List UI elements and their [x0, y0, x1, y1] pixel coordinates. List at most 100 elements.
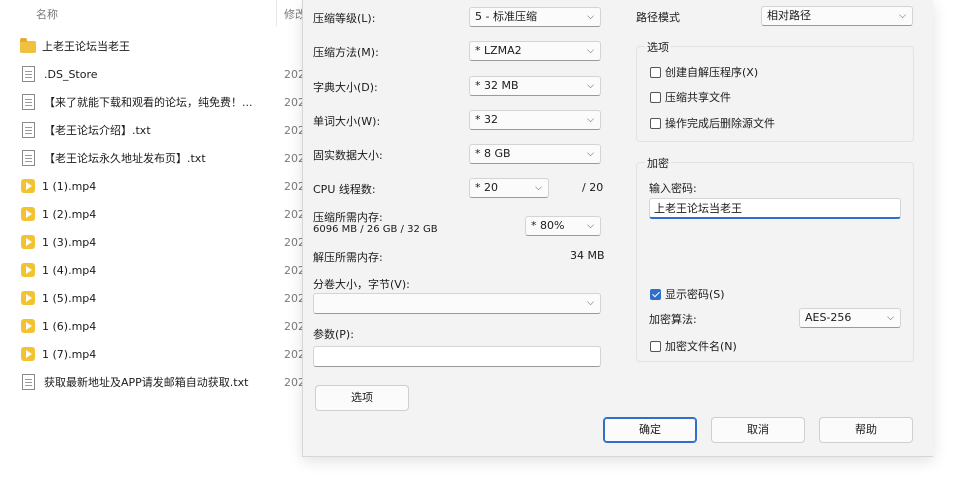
text-file-icon [22, 122, 35, 138]
sort-up-icon: ⌃ [146, 0, 157, 8]
decompress-memory-value: 34 MB [570, 249, 605, 262]
compression-method-label: 压缩方法(M): [313, 46, 379, 59]
password-label: 输入密码: [649, 182, 697, 195]
cpu-threads-max: / 20 [582, 181, 604, 194]
split-volumes-label: 分卷大小，字节(V): [313, 278, 410, 291]
options-button[interactable]: 选项 [315, 385, 409, 411]
file-row[interactable]: 1 (4).mp4 202 [20, 256, 305, 284]
path-mode-select[interactable]: 相对路径 ⌵ [761, 6, 913, 26]
decompress-memory-label: 解压所需内存: [313, 251, 383, 264]
checkbox-box[interactable] [650, 340, 661, 352]
file-row[interactable]: 1 (7).mp4 202 [20, 340, 305, 368]
delete-after-label: 操作完成后删除源文件 [665, 117, 775, 130]
file-row[interactable]: 【老王论坛介绍】.txt 202 [20, 116, 305, 144]
encrypt-names-checkbox[interactable]: 加密文件名(N) [650, 338, 737, 354]
password-input[interactable]: 上老王论坛当老王 [649, 198, 901, 219]
solid-block-size-value: * 8 GB [475, 147, 511, 160]
cancel-button[interactable]: 取消 [711, 417, 805, 443]
compress-shared-checkbox[interactable]: 压缩共享文件 [650, 89, 731, 105]
split-volumes-combo[interactable]: ⌵ [313, 293, 601, 314]
options-group-title: 选项 [645, 39, 671, 55]
file-list: 上老王论坛当老王 .DS_Store 202 【来了就能下载和观看的论坛，纯免费！..… [20, 32, 305, 396]
file-name: 【老王论坛永久地址发布页】.txt [44, 152, 206, 165]
help-button[interactable]: 帮助 [819, 417, 913, 443]
chevron-down-icon: ⌵ [587, 12, 594, 22]
folder-icon [20, 38, 36, 53]
file-row[interactable]: .DS_Store 202 [20, 60, 305, 88]
word-size-label: 单词大小(W): [313, 115, 381, 128]
chevron-down-icon: ⌵ [587, 46, 594, 56]
chevron-down-icon: ⌵ [587, 221, 594, 231]
chevron-down-icon: ⌵ [587, 81, 594, 91]
text-file-icon [22, 66, 35, 82]
column-divider[interactable] [276, 0, 277, 26]
show-password-label: 显示密码(S) [665, 288, 725, 301]
word-size-value: * 32 [475, 113, 498, 126]
file-row[interactable]: 上老王论坛当老王 [20, 32, 280, 60]
compression-method-select[interactable]: * LZMA2 ⌵ [469, 41, 601, 61]
compression-level-label: 压缩等级(L): [313, 12, 376, 25]
create-sfx-label: 创建自解压程序(X) [665, 66, 759, 79]
word-size-select[interactable]: * 32 ⌵ [469, 110, 601, 130]
checkbox-box[interactable] [650, 66, 661, 78]
file-name: 上老王论坛当老王 [42, 40, 130, 53]
file-row[interactable]: 【来了就能下载和观看的论坛，纯免费！... 202 [20, 88, 305, 116]
compress-memory-label: 压缩所需内存: [313, 211, 383, 224]
file-name: 1 (1).mp4 [42, 179, 97, 193]
video-file-icon [21, 179, 35, 193]
compress-shared-label: 压缩共享文件 [665, 91, 731, 104]
compression-level-select[interactable]: 5 - 标准压缩 ⌵ [469, 7, 601, 27]
column-header-name[interactable]: 名称 [36, 6, 58, 22]
file-row[interactable]: 1 (2).mp4 202 [20, 200, 305, 228]
chevron-down-icon: ⌵ [587, 149, 594, 159]
checkbox-box[interactable] [650, 117, 661, 129]
text-file-icon [22, 94, 35, 110]
checkbox-box[interactable] [650, 91, 661, 103]
compression-level-value: 5 - 标准压缩 [475, 10, 537, 23]
video-file-icon [21, 263, 35, 277]
file-row[interactable]: 1 (1).mp4 202 [20, 172, 305, 200]
add-to-archive-dialog: 压缩等级(L): 5 - 标准压缩 ⌵ 压缩方法(M): * LZMA2 ⌵ 字… [302, 0, 933, 457]
file-name: 获取最新地址及APP请发邮箱自动获取.txt [44, 376, 249, 389]
file-row[interactable]: 1 (6).mp4 202 [20, 312, 305, 340]
parameters-input[interactable] [313, 346, 601, 367]
file-name: 1 (2).mp4 [42, 207, 97, 221]
create-sfx-checkbox[interactable]: 创建自解压程序(X) [650, 64, 758, 80]
path-mode-label: 路径模式 [636, 11, 680, 24]
solid-block-size-label: 固实数据大小: [313, 149, 383, 162]
text-file-icon [22, 150, 35, 166]
compress-memory-detail: 6096 MB / 26 GB / 32 GB [313, 224, 438, 235]
encryption-method-label: 加密算法: [649, 313, 697, 326]
encryption-group-title: 加密 [645, 155, 671, 171]
cpu-threads-select[interactable]: * 20 ⌵ [469, 178, 549, 198]
file-name: 1 (6).mp4 [42, 319, 97, 333]
encryption-method-select[interactable]: AES-256 ⌵ [799, 308, 901, 328]
show-password-checkbox[interactable]: 显示密码(S) [650, 286, 725, 302]
file-name: .DS_Store [44, 67, 98, 81]
chevron-down-icon: ⌵ [535, 183, 542, 193]
file-row[interactable]: 获取最新地址及APP请发邮箱自动获取.txt 202 [20, 368, 305, 396]
parameters-label: 参数(P): [313, 328, 354, 341]
dictionary-size-select[interactable]: * 32 MB ⌵ [469, 76, 601, 96]
file-name: 1 (7).mp4 [42, 347, 97, 361]
encryption-method-value: AES-256 [805, 311, 852, 324]
file-name: 【来了就能下载和观看的论坛，纯免费！... [44, 96, 253, 109]
chevron-down-icon: ⌵ [899, 11, 906, 21]
file-name: 1 (5).mp4 [42, 291, 97, 305]
file-row[interactable]: 1 (5).mp4 202 [20, 284, 305, 312]
file-row[interactable]: 1 (3).mp4 202 [20, 228, 305, 256]
dictionary-size-value: * 32 MB [475, 79, 519, 92]
solid-block-size-select[interactable]: * 8 GB ⌵ [469, 144, 601, 164]
chevron-down-icon: ⌵ [587, 298, 594, 308]
checkbox-box[interactable] [650, 288, 661, 300]
chevron-down-icon: ⌵ [587, 115, 594, 125]
ok-button[interactable]: 确定 [603, 417, 697, 443]
video-file-icon [21, 347, 35, 361]
text-file-icon [22, 374, 35, 390]
file-row[interactable]: 【老王论坛永久地址发布页】.txt 202 [20, 144, 305, 172]
file-name: 1 (4).mp4 [42, 263, 97, 277]
compression-method-value: * LZMA2 [475, 44, 522, 57]
cpu-threads-value: * 20 [475, 181, 498, 194]
memory-usage-select[interactable]: * 80% ⌵ [525, 216, 601, 236]
delete-after-checkbox[interactable]: 操作完成后删除源文件 [650, 115, 775, 131]
